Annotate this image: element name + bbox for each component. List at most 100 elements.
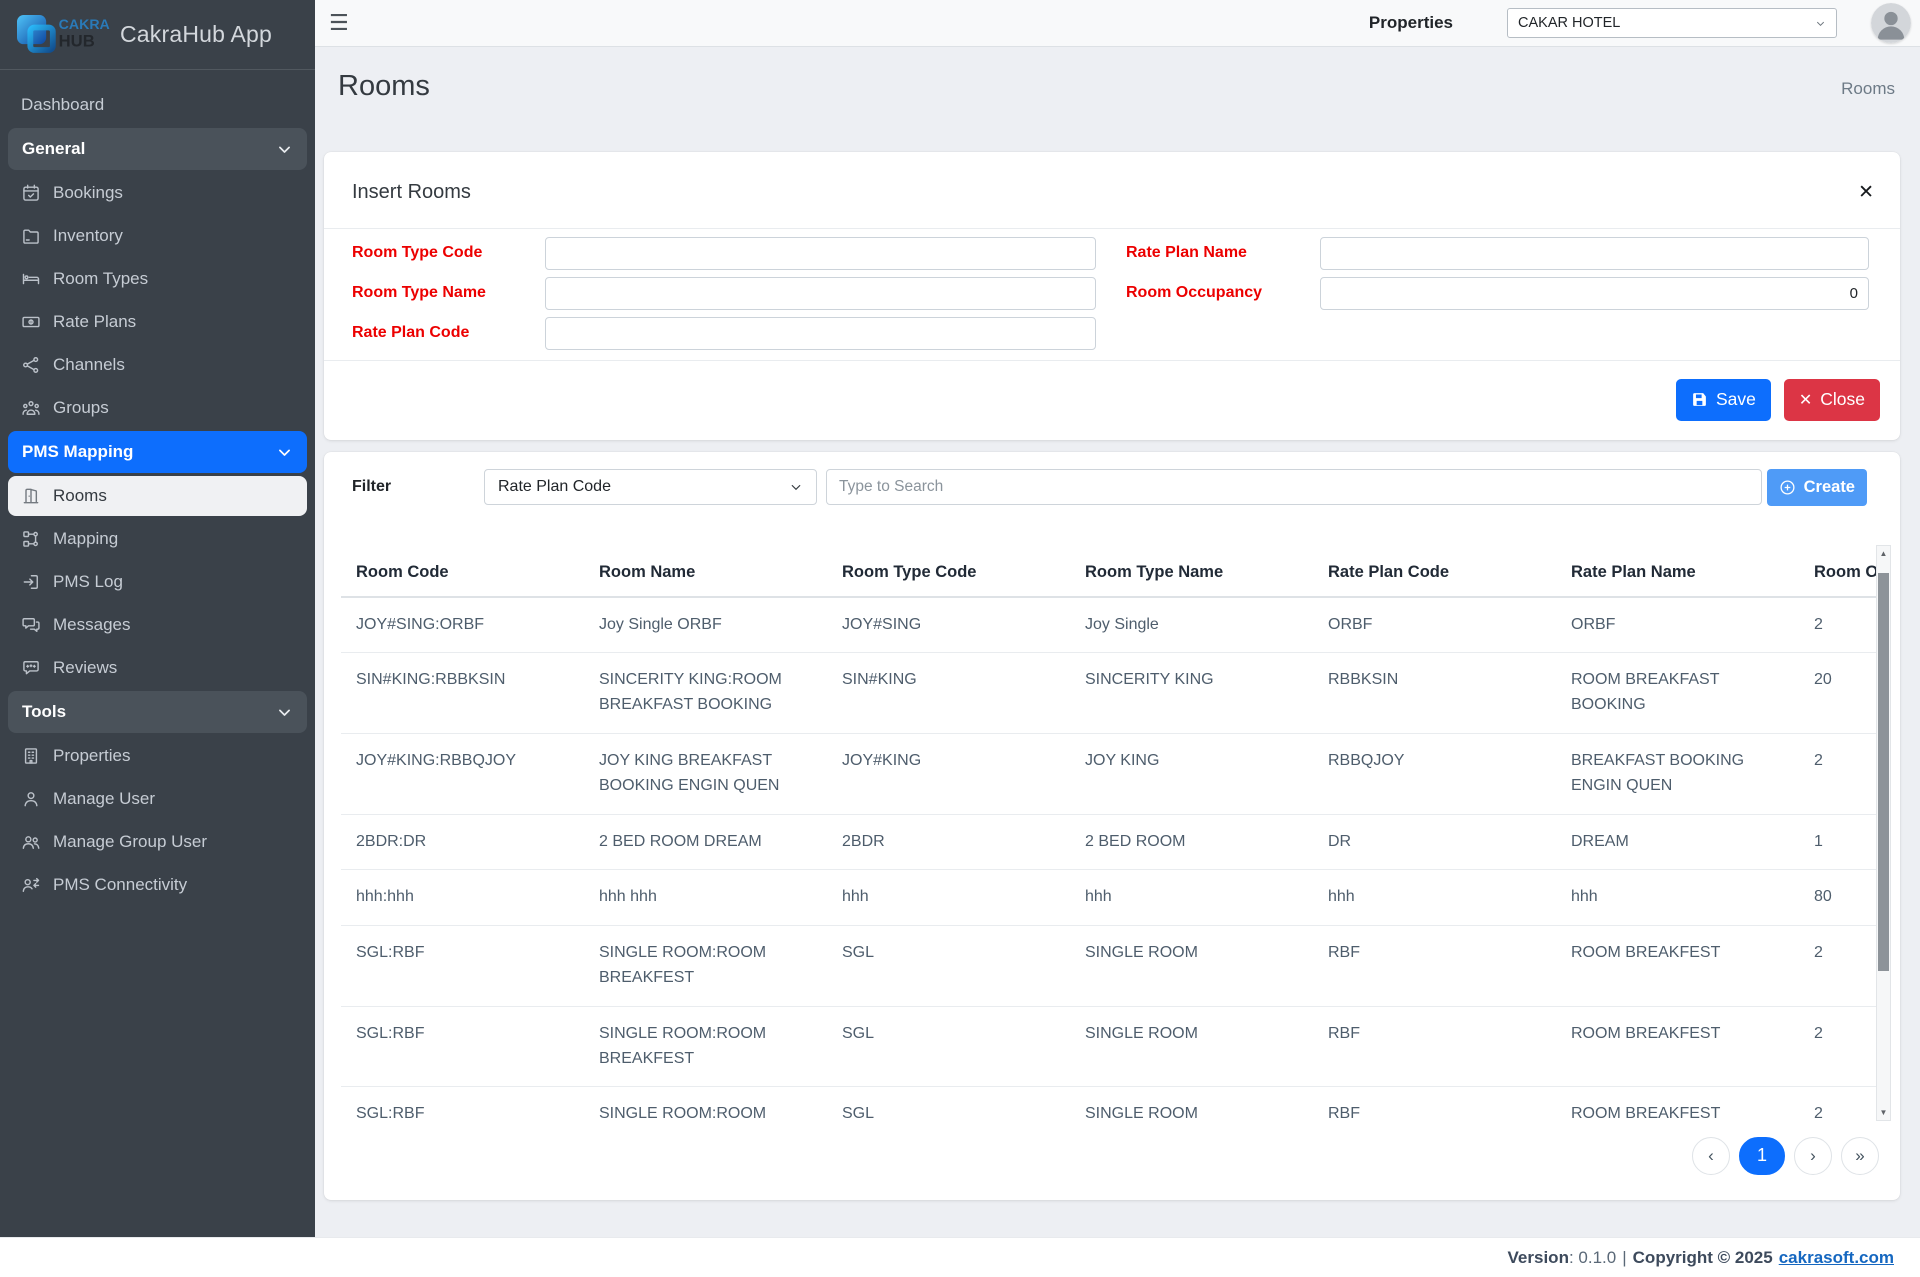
column-header-room-type-name: Room Type Name: [1070, 545, 1313, 597]
close-button-label: Close: [1820, 389, 1865, 410]
table-row: 2BDR:DR2 BED ROOM DREAM2BDR2 BED ROOMDRD…: [341, 814, 1876, 870]
search-input[interactable]: [826, 469, 1762, 505]
table-cell: SGL:RBF: [341, 1087, 584, 1121]
table-cell: ROOM BREAKFAST BOOKING: [1556, 653, 1799, 734]
table-cell: 2: [1799, 926, 1876, 1007]
pagination: ‹ 1 › »: [324, 1121, 1900, 1199]
pagination-page-1-button[interactable]: 1: [1739, 1137, 1785, 1175]
sidebar-item-label: Room Types: [53, 269, 148, 289]
scrollbar-thumb[interactable]: [1878, 573, 1889, 971]
sidebar-item-groups[interactable]: Groups: [8, 388, 307, 428]
sidebar-item-pms-connectivity[interactable]: PMS Connectivity: [8, 865, 307, 905]
main-area: ☰ Properties CAKAR HOTEL Rooms Rooms Ins…: [315, 0, 1920, 1200]
version-value: 0.1.0: [1578, 1248, 1616, 1268]
sidebar-item-manage-group-user[interactable]: Manage Group User: [8, 822, 307, 862]
mapping-icon: [21, 529, 41, 549]
sidebar-item-label: Messages: [53, 615, 130, 635]
table-cell: 2 BED ROOM: [1070, 814, 1313, 870]
table-cell: 2: [1799, 597, 1876, 653]
sidebar-item-pms-log[interactable]: PMS Log: [8, 562, 307, 602]
table-cell: SINGLE ROOM: [1070, 1087, 1313, 1121]
rate-plan-code-field[interactable]: [545, 317, 1096, 350]
sidebar-item-manage-user[interactable]: Manage User: [8, 779, 307, 819]
property-select-value: CAKAR HOTEL: [1518, 15, 1620, 31]
filter-row: Filter Rate Plan Code Create: [324, 452, 1900, 506]
x-close-icon: ✕: [1799, 390, 1812, 410]
rooms-table-body: JOY#SING:ORBFJoy Single ORBFJOY#SINGJoy …: [341, 597, 1876, 1121]
cakrasoft-link[interactable]: cakrasoft.com: [1779, 1248, 1894, 1268]
room-type-code-field[interactable]: [545, 237, 1096, 270]
table-cell: 2 BED ROOM DREAM: [584, 814, 827, 870]
table-cell: SGL:RBF: [341, 1006, 584, 1087]
room-occupancy-field[interactable]: [1320, 277, 1869, 310]
table-cell: JOY#SING:ORBF: [341, 597, 584, 653]
create-button[interactable]: Create: [1767, 469, 1867, 506]
table-cell: 2BDR: [827, 814, 1070, 870]
table-cell: SINCERITY KING:ROOM BREAKFAST BOOKING: [584, 653, 827, 734]
scrollbar-down-arrow[interactable]: ▼: [1877, 1105, 1890, 1120]
table-scrollbar[interactable]: ▲ ▼: [1876, 545, 1891, 1121]
table-row: SGL:RBFSINGLE ROOM:ROOM BREAKFESTSGLSING…: [341, 926, 1876, 1007]
filter-select-value: Rate Plan Code: [498, 478, 611, 496]
close-icon[interactable]: ✕: [1858, 183, 1874, 202]
sidebar-section-tools[interactable]: Tools: [8, 691, 307, 733]
filter-field-select[interactable]: Rate Plan Code: [484, 469, 817, 505]
user-icon: [21, 789, 41, 809]
table-row: hhh:hhhhhh hhhhhhhhhhhhhhh80: [341, 870, 1876, 926]
chevron-down-icon: [789, 480, 803, 494]
table-cell: 2: [1799, 1087, 1876, 1121]
colon: :: [1569, 1248, 1574, 1268]
rooms-list-card: Filter Rate Plan Code Create: [324, 452, 1900, 1200]
column-header-room-code: Room Code: [341, 545, 584, 597]
pagination-prev-button[interactable]: ‹: [1692, 1137, 1730, 1175]
separator: |: [1622, 1248, 1626, 1268]
rate-plan-name-field[interactable]: [1320, 237, 1869, 270]
room-type-name-field[interactable]: [545, 277, 1096, 310]
sidebar-item-channels[interactable]: Channels: [8, 345, 307, 385]
pagination-last-button[interactable]: »: [1841, 1137, 1879, 1175]
sidebar-item-label: PMS Connectivity: [53, 875, 187, 895]
rate-plan-code-label: Rate Plan Code: [352, 324, 545, 342]
sidebar-item-dashboard[interactable]: Dashboard: [8, 85, 307, 125]
sidebar-item-room-types[interactable]: Room Types: [8, 259, 307, 299]
room-type-name-label: Room Type Name: [352, 284, 545, 302]
share-nodes-icon: [21, 355, 41, 375]
table-cell: SINGLE ROOM:ROOM BREAKFEST: [584, 1006, 827, 1087]
table-cell: hhh:hhh: [341, 870, 584, 926]
sidebar-item-inventory[interactable]: Inventory: [8, 216, 307, 256]
table-cell: BREAKFAST BOOKING ENGIN QUEN: [1556, 734, 1799, 815]
sidebar-item-rooms[interactable]: Rooms: [8, 476, 307, 516]
table-cell: RBF: [1313, 1087, 1556, 1121]
table-cell: SINGLE ROOM:ROOM BREAKFEST: [584, 926, 827, 1007]
sidebar-item-reviews[interactable]: Reviews: [8, 648, 307, 688]
sidebar-item-label: Rooms: [53, 486, 107, 506]
sidebar-item-properties[interactable]: Properties: [8, 736, 307, 776]
table-cell: JOY KING BREAKFAST BOOKING ENGIN QUEN: [584, 734, 827, 815]
save-button[interactable]: Save: [1676, 379, 1771, 421]
table-cell: Joy Single: [1070, 597, 1313, 653]
sidebar-item-label: Mapping: [53, 529, 118, 549]
save-button-label: Save: [1716, 389, 1756, 410]
sidebar-section-general[interactable]: General: [8, 128, 307, 170]
scrollbar-up-arrow[interactable]: ▲: [1877, 546, 1890, 561]
sidebar-item-bookings[interactable]: Bookings: [8, 173, 307, 213]
close-button[interactable]: ✕ Close: [1784, 379, 1880, 421]
sidebar-item-label: Channels: [53, 355, 125, 375]
sidebar-item-mapping[interactable]: Mapping: [8, 519, 307, 559]
table-cell: JOY#KING: [827, 734, 1070, 815]
sidebar-item-label: Bookings: [53, 183, 123, 203]
sidebar-item-messages[interactable]: Messages: [8, 605, 307, 645]
sidebar-section-pms-mapping[interactable]: PMS Mapping: [8, 431, 307, 473]
table-cell: ROOM BREAKFEST: [1556, 926, 1799, 1007]
table-cell: 2: [1799, 1006, 1876, 1087]
property-select[interactable]: CAKAR HOTEL: [1507, 8, 1837, 38]
rate-plan-name-label: Rate Plan Name: [1126, 244, 1320, 262]
pagination-next-button[interactable]: ›: [1794, 1137, 1832, 1175]
content: Insert Rooms ✕ Room Type Code Rate Plan …: [315, 152, 1920, 1200]
table-cell: DREAM: [1556, 814, 1799, 870]
table-cell: SGL: [827, 1087, 1070, 1121]
user-avatar[interactable]: [1871, 3, 1911, 43]
sidebar-item-rate-plans[interactable]: Rate Plans: [8, 302, 307, 342]
table-cell: SIN#KING:RBBKSIN: [341, 653, 584, 734]
hamburger-menu-icon[interactable]: ☰: [329, 12, 349, 34]
